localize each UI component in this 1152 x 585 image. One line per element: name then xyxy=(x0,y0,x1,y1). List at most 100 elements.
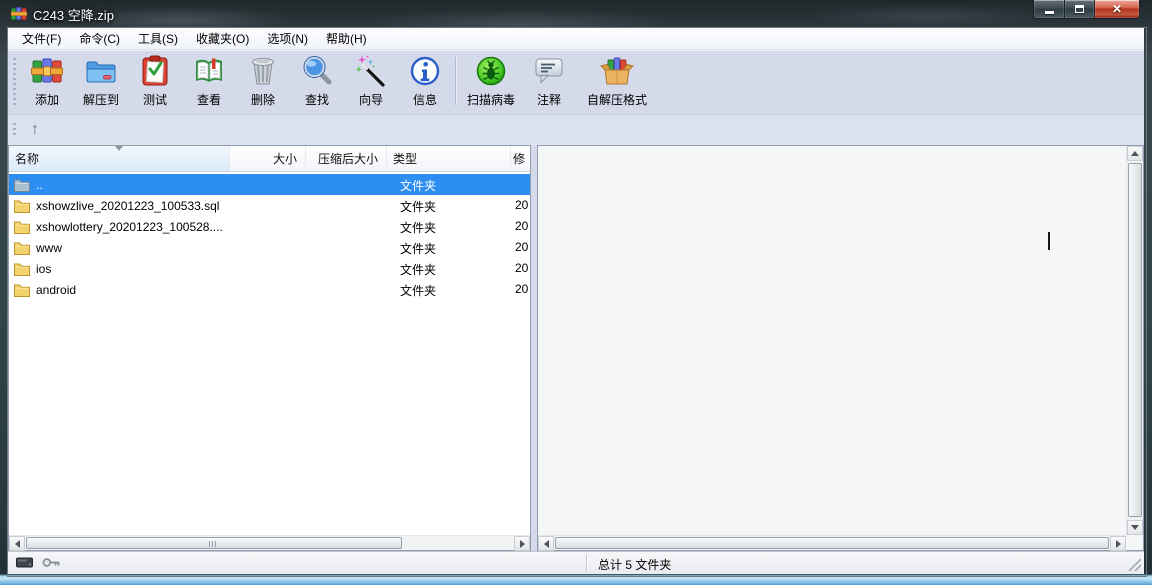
file-type: 文件夹 xyxy=(400,261,436,278)
file-list-pane: 名称 大小 压缩后大小 类型 修 .. 文件夹 xshowzlive_20201… xyxy=(8,145,531,551)
toolbar-scan-virus-button[interactable]: 扫描病毒 xyxy=(459,50,523,112)
file-row[interactable]: android 文件夹 20 xyxy=(9,279,530,300)
menu-bar: 文件(F) 命令(C) 工具(S) 收藏夹(O) 选项(N) 帮助(H) xyxy=(8,28,1144,50)
key-icon[interactable] xyxy=(42,557,61,568)
file-modified: 20 xyxy=(515,240,528,254)
address-bar-drag-grip[interactable] xyxy=(13,123,16,137)
extract-folder-icon xyxy=(83,53,119,89)
file-type: 文件夹 xyxy=(400,177,436,194)
toolbar-comment-button[interactable]: 注释 xyxy=(523,50,575,112)
menu-options[interactable]: 选项(N) xyxy=(258,28,317,49)
comment-vertical-scrollbar[interactable] xyxy=(1126,146,1143,535)
toolbar-button-label: 解压到 xyxy=(83,91,119,108)
close-icon: ✕ xyxy=(1112,2,1122,16)
address-bar: ↑ xyxy=(8,114,1144,145)
toolbar-button-label: 删除 xyxy=(251,91,275,108)
up-directory-button[interactable]: ↑ xyxy=(23,118,47,142)
file-name: .. xyxy=(36,178,43,192)
file-name: www xyxy=(36,241,62,255)
scroll-down-button[interactable] xyxy=(1127,520,1143,535)
folder-icon xyxy=(14,220,30,234)
sort-indicator-icon xyxy=(115,146,123,151)
file-type: 文件夹 xyxy=(400,198,436,215)
file-list-horizontal-scrollbar[interactable] xyxy=(9,535,530,550)
toolbar-wizard-button[interactable]: 向导 xyxy=(344,50,398,112)
toolbar-info-button[interactable]: 信息 xyxy=(398,50,452,112)
menu-tools[interactable]: 工具(S) xyxy=(129,28,187,49)
toolbar-delete-button[interactable]: 删除 xyxy=(236,50,290,112)
disk-drive-icon[interactable] xyxy=(16,557,34,568)
scroll-right-button[interactable] xyxy=(514,536,530,551)
toolbar-extract-button[interactable]: 解压到 xyxy=(74,50,128,112)
arrow-left-icon xyxy=(544,540,549,548)
arrow-up-icon xyxy=(1131,151,1139,156)
maximize-button[interactable] xyxy=(1064,0,1095,19)
file-name: xshowzlive_20201223_100533.sql xyxy=(36,199,219,213)
scrollbar-thumb[interactable] xyxy=(555,537,1109,549)
column-header-size[interactable]: 大小 xyxy=(230,146,306,171)
toolbar-find-button[interactable]: 查找 xyxy=(290,50,344,112)
arrow-right-icon xyxy=(520,540,525,548)
file-row[interactable]: www 文件夹 20 xyxy=(9,237,530,258)
folder-icon xyxy=(14,283,30,297)
titlebar[interactable]: C243 空降.zip ✕ xyxy=(0,0,1152,28)
file-row[interactable]: ios 文件夹 20 xyxy=(9,258,530,279)
folder-icon xyxy=(14,262,30,276)
toolbar-add-button[interactable]: 添加 xyxy=(20,50,74,112)
toolbar-drag-grip[interactable] xyxy=(13,58,16,106)
up-arrow-icon: ↑ xyxy=(31,121,39,139)
status-total-text: 总计 5 文件夹 xyxy=(598,556,671,573)
comment-bubble-icon xyxy=(531,53,567,89)
toolbar-button-label: 扫描病毒 xyxy=(467,91,515,108)
winrar-window: C243 空降.zip ✕ 文件(F) 命令(C) 工具(S) 收藏夹(O) 选… xyxy=(0,0,1152,585)
minimize-button[interactable] xyxy=(1033,0,1064,19)
scroll-left-button[interactable] xyxy=(9,536,25,551)
toolbar-test-button[interactable]: 测试 xyxy=(128,50,182,112)
thumb-grip xyxy=(209,541,218,547)
folder-icon xyxy=(14,241,30,255)
file-type: 文件夹 xyxy=(400,282,436,299)
status-bar-divider xyxy=(586,554,587,572)
comment-horizontal-scrollbar[interactable] xyxy=(538,535,1126,550)
menu-favorites[interactable]: 收藏夹(O) xyxy=(187,28,258,49)
column-header-modified[interactable]: 修 xyxy=(511,146,530,171)
window-title: C243 空降.zip xyxy=(33,5,114,24)
sfx-box-icon xyxy=(599,53,635,89)
file-modified: 20 xyxy=(515,219,528,233)
file-row[interactable]: xshowlottery_20201223_100528.... 文件夹 20 xyxy=(9,216,530,237)
toolbar-button-label: 查找 xyxy=(305,91,329,108)
toolbar-button-label: 自解压格式 xyxy=(587,91,647,108)
file-row-parent[interactable]: .. 文件夹 xyxy=(9,174,530,195)
column-header-packed[interactable]: 压缩后大小 xyxy=(306,146,387,171)
toolbar: 添加 解压到 xyxy=(8,50,1144,114)
file-type: 文件夹 xyxy=(400,219,436,236)
file-type: 文件夹 xyxy=(400,240,436,257)
menu-file[interactable]: 文件(F) xyxy=(13,28,70,49)
file-row[interactable]: xshowzlive_20201223_100533.sql 文件夹 20 xyxy=(9,195,530,216)
file-modified: 20 xyxy=(515,198,528,212)
menu-commands[interactable]: 命令(C) xyxy=(70,28,129,49)
toolbar-sfx-button[interactable]: 自解压格式 xyxy=(575,50,659,112)
toolbar-button-label: 测试 xyxy=(143,91,167,108)
resize-grip-icon[interactable] xyxy=(1129,559,1141,571)
toolbar-button-label: 向导 xyxy=(359,91,383,108)
status-bar: 总计 5 文件夹 xyxy=(8,551,1144,574)
comment-pane xyxy=(537,145,1144,551)
scroll-left-button[interactable] xyxy=(538,536,554,551)
menu-help[interactable]: 帮助(H) xyxy=(317,28,376,49)
close-button[interactable]: ✕ xyxy=(1095,0,1140,19)
client-area: 文件(F) 命令(C) 工具(S) 收藏夹(O) 选项(N) 帮助(H) xyxy=(8,28,1144,574)
scroll-up-button[interactable] xyxy=(1127,146,1143,161)
scrollbar-thumb[interactable] xyxy=(26,537,402,549)
file-list-header: 名称 大小 压缩后大小 类型 修 xyxy=(9,146,530,172)
scroll-right-button[interactable] xyxy=(1110,536,1126,551)
file-list-rows: .. 文件夹 xshowzlive_20201223_100533.sql 文件… xyxy=(9,172,530,535)
file-modified: 20 xyxy=(515,261,528,275)
scrollbar-thumb[interactable] xyxy=(1128,163,1142,517)
file-name: xshowlottery_20201223_100528.... xyxy=(36,220,223,234)
arrow-right-icon xyxy=(1116,540,1121,548)
find-magnifier-icon xyxy=(299,53,335,89)
column-header-type[interactable]: 类型 xyxy=(387,146,511,171)
info-icon xyxy=(407,53,443,89)
toolbar-view-button[interactable]: 查看 xyxy=(182,50,236,112)
